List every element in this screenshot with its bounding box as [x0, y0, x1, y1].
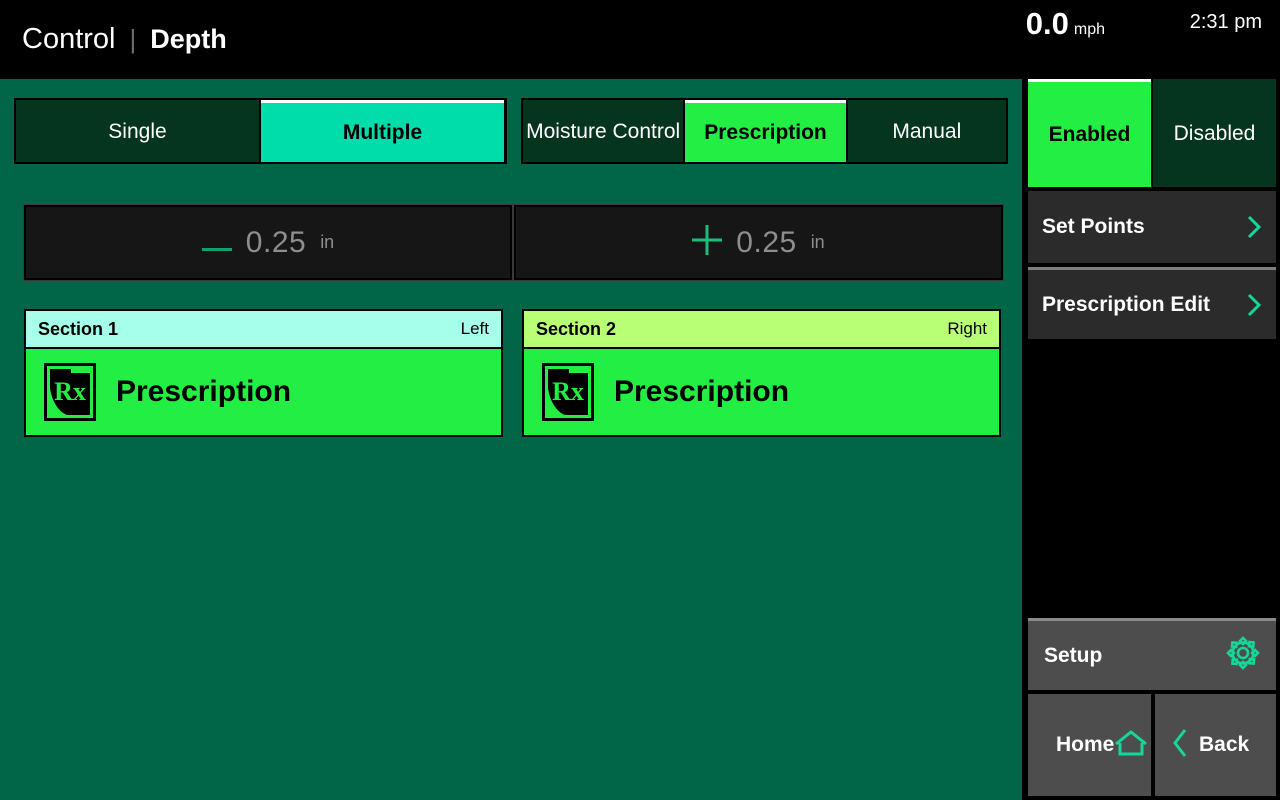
- section-header: Section 1 Left: [26, 311, 501, 347]
- plus-icon: [692, 224, 723, 261]
- section-side-label: Right: [947, 319, 987, 338]
- toggle-disabled[interactable]: Disabled: [1153, 79, 1276, 187]
- minus-icon: [201, 226, 232, 260]
- speed-readout: 0.0 mph: [1026, 6, 1105, 42]
- home-label: Home: [1056, 733, 1115, 756]
- sidebar: Enabled Disabled Set Points Prescription…: [1022, 79, 1280, 800]
- svg-text:Rx: Rx: [54, 377, 86, 406]
- control-tab-group: Moisture Control Prescription Manual: [521, 98, 1008, 164]
- screen-root: Control | Depth 0.0 mph 2:31 pm Single M…: [0, 0, 1280, 800]
- clock: 2:31 pm: [1189, 11, 1262, 33]
- speed-value: 0.0: [1025, 6, 1069, 41]
- section-mode-button[interactable]: Rx Prescription: [26, 349, 501, 435]
- tab-single[interactable]: Single: [16, 100, 259, 162]
- decrement-step-unit: in: [320, 232, 335, 252]
- sidebar-divider: [1022, 79, 1026, 800]
- section-header: Section 2 Right: [524, 311, 999, 347]
- section-title: Section 2: [536, 318, 617, 339]
- increment-step-value: 0.25: [736, 225, 797, 259]
- section-mode-button[interactable]: Rx Prescription: [524, 349, 999, 435]
- breadcrumb-separator: |: [129, 24, 137, 54]
- tab-moisture-control[interactable]: Moisture Control: [523, 100, 684, 162]
- prescription-map-icon: Rx: [44, 363, 96, 421]
- tab-prescription[interactable]: Prescription: [685, 100, 846, 162]
- gear-icon: [1226, 636, 1260, 675]
- back-button[interactable]: Back: [1155, 694, 1276, 796]
- home-button[interactable]: Home: [1028, 694, 1151, 796]
- section-title: Section 1: [38, 318, 119, 339]
- sidebar-item-label: Prescription Edit: [1042, 292, 1211, 316]
- mode-tab-group: Single Multiple: [14, 98, 507, 164]
- setup-label: Setup: [1044, 643, 1103, 667]
- depth-decrement-button[interactable]: 0.25 in: [23, 204, 513, 281]
- section-mode-label: Prescription: [116, 375, 292, 408]
- sidebar-item-prescription-edit[interactable]: Prescription Edit: [1028, 267, 1276, 339]
- section-mode-label: Prescription: [614, 375, 790, 408]
- enable-toggle-group: Enabled Disabled: [1028, 79, 1276, 187]
- toggle-enabled[interactable]: Enabled: [1028, 79, 1151, 187]
- section-side-label: Left: [460, 319, 489, 338]
- decrement-step-value: 0.25: [245, 225, 307, 259]
- svg-text:Rx: Rx: [552, 377, 584, 406]
- setup-button[interactable]: Setup: [1028, 618, 1276, 690]
- depth-increment-button[interactable]: 0.25 in: [513, 204, 1004, 281]
- header-bar: Control | Depth 0.0 mph 2:31 pm: [0, 0, 1280, 79]
- back-label: Back: [1199, 733, 1250, 756]
- main-content: Single Multiple Moisture Control Prescri…: [0, 79, 1022, 800]
- breadcrumb: Control | Depth: [22, 22, 227, 56]
- section-card[interactable]: Section 1 Left Rx Prescription: [24, 309, 503, 437]
- increment-step-unit: in: [810, 232, 825, 252]
- chevron-left-icon: [1171, 727, 1189, 764]
- sidebar-item-set-points[interactable]: Set Points: [1028, 191, 1276, 263]
- page-title: Depth: [150, 24, 227, 54]
- chevron-right-icon: [1246, 292, 1262, 318]
- home-icon: [1114, 729, 1148, 762]
- sidebar-item-label: Set Points: [1042, 215, 1145, 238]
- tab-multiple[interactable]: Multiple: [261, 100, 504, 162]
- chevron-right-icon: [1246, 214, 1262, 240]
- tab-manual[interactable]: Manual: [847, 100, 1006, 162]
- breadcrumb-parent: Control: [22, 23, 116, 55]
- prescription-map-icon: Rx: [542, 363, 594, 421]
- speed-unit: mph: [1073, 21, 1105, 38]
- section-card[interactable]: Section 2 Right Rx Prescription: [522, 309, 1001, 437]
